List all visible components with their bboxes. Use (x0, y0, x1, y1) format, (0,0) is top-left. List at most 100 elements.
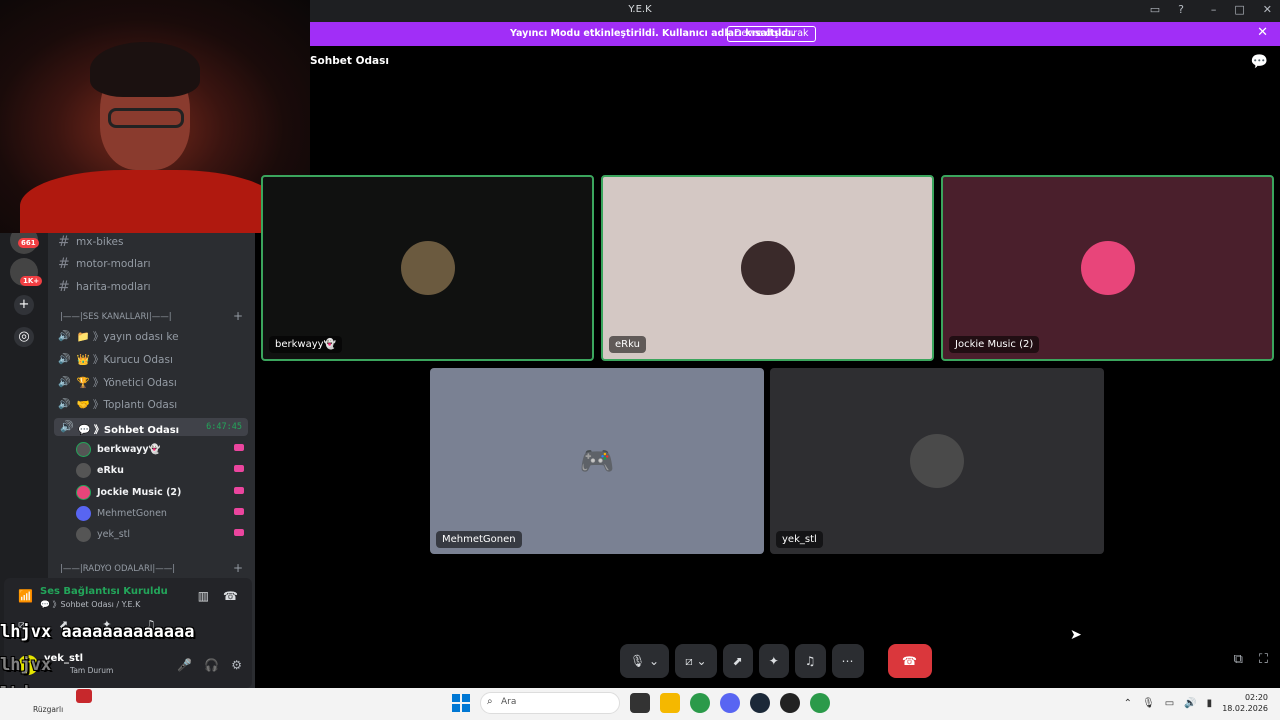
add-channel-icon[interactable]: + (233, 561, 243, 575)
headphones-icon[interactable]: 🎧 (204, 658, 219, 672)
task-view-icon[interactable] (630, 693, 650, 713)
inbox-icon[interactable]: ▭ (1150, 3, 1160, 16)
channel-title: Sohbet Odası (310, 55, 389, 67)
more-button[interactable]: ⋯ (831, 644, 864, 678)
maximize-icon[interactable]: □ (1234, 3, 1244, 16)
channel-item[interactable]: # motor-modları (58, 254, 151, 274)
participant-name: Jockie Music (2) (949, 336, 1040, 353)
voice-member[interactable]: berkwayy👻 (76, 440, 246, 458)
active-voice-channel[interactable]: 🔊 💬 》Sohbet Odası 6:47:45 (54, 418, 248, 436)
hang-up-icon: ☎ (902, 654, 917, 668)
noise-suppression-icon[interactable]: ▥ (198, 589, 209, 603)
voice-member[interactable]: eRku (76, 461, 246, 479)
avatar (740, 241, 795, 295)
minimize-icon[interactable]: – (1211, 3, 1217, 16)
participant-name: berkwayy👻 (269, 336, 342, 353)
microphone-icon: 🎙 ⌄ (630, 654, 660, 668)
chevron-up-icon[interactable]: ⌃ (1124, 698, 1132, 709)
avatar (1080, 241, 1135, 295)
camera-button[interactable]: ⧄ ⌄ (675, 644, 717, 678)
voice-status[interactable]: Ses Bağlantısı Kuruldu (40, 586, 168, 597)
avatar (76, 526, 91, 542)
live-icon (234, 465, 244, 472)
live-icon (234, 487, 244, 494)
voice-member[interactable]: MehmetGonen (76, 504, 246, 522)
participant-name: yek_stl (776, 531, 823, 548)
participant-tile[interactable]: Jockie Music (2) (941, 175, 1274, 361)
radio-category[interactable]: |——|RADYO ODALARI|——| (60, 564, 175, 574)
voice-category[interactable]: |——|SES KANALLARI|——| (60, 312, 172, 322)
clock[interactable]: 02:20 18.02.2026 (1222, 692, 1268, 714)
overlay-text: lhjvx (0, 655, 52, 675)
avatar (910, 434, 964, 488)
voice-channel[interactable]: 🔊 📁 》yayın odası ke (58, 326, 179, 346)
discord-icon[interactable] (720, 693, 740, 713)
hash-icon: # (58, 234, 70, 250)
screen-share-button[interactable]: ⬈ (722, 644, 753, 678)
fullscreen-icon[interactable]: ⛶ (1259, 652, 1268, 667)
add-channel-icon[interactable]: + (233, 309, 243, 323)
microphone-icon[interactable]: 🎙 (1142, 698, 1155, 709)
weather-label[interactable]: Rüzgarlı (33, 705, 63, 714)
speaker-icon: 🔊 (58, 398, 71, 410)
help-icon[interactable]: ? (1178, 3, 1184, 16)
weather-icon[interactable] (76, 689, 92, 703)
activities-button[interactable]: ✦ (758, 644, 789, 678)
start-button[interactable] (452, 694, 470, 712)
settings-icon[interactable]: ⚙ (231, 658, 242, 672)
steam-icon[interactable] (750, 693, 770, 713)
disconnect-icon[interactable]: ☎ (223, 589, 238, 603)
chrome-icon[interactable] (810, 693, 830, 713)
screen-share-icon: ⬈ (732, 654, 743, 668)
app-icon[interactable] (780, 693, 800, 713)
participant-tile[interactable]: berkwayy👻 (261, 175, 594, 361)
participant-tile[interactable]: 🎮 MehmetGonen (430, 368, 764, 554)
live-icon (234, 529, 244, 536)
pop-out-icon[interactable]: ⧉ (1234, 652, 1243, 667)
channel-item[interactable]: # harita-modları (58, 277, 151, 297)
avatar (76, 505, 91, 521)
avatar (400, 241, 455, 295)
speaker-icon: 🔊 (60, 420, 74, 433)
network-icon[interactable]: ▭ (1165, 698, 1174, 709)
live-icon (234, 444, 244, 451)
voice-channel[interactable]: 🔊 🏆 》Yönetici Odası (58, 372, 177, 392)
activity-icon: ✦ (768, 654, 779, 668)
discover-icon[interactable]: ◎ (14, 327, 34, 347)
search-icon: ⌕ (487, 696, 493, 707)
disable-streamer-mode-button[interactable]: Devre dışı bırak (727, 26, 816, 42)
mouse-cursor-icon: ➤ (1070, 627, 1082, 643)
chat-icon[interactable]: 💬 (1251, 54, 1268, 70)
participant-tile[interactable]: eRku (601, 175, 934, 361)
end-call-button[interactable]: ☎ (887, 644, 932, 678)
signal-icon[interactable]: 📶 (18, 589, 33, 603)
participant-tile[interactable]: yek_stl (770, 368, 1104, 554)
battery-icon[interactable]: ▮ (1207, 698, 1213, 709)
microphone-button[interactable]: 🎙 ⌄ (620, 644, 670, 678)
speaker-icon: 🔊 (58, 330, 71, 342)
voice-channel[interactable]: 🔊 🤝 》Toplantı Odası (58, 394, 177, 414)
voice-member[interactable]: yek_stl (76, 525, 246, 543)
close-icon[interactable]: ✕ (1263, 3, 1272, 16)
voice-channel[interactable]: 🔊 👑 》Kurucu Odası (58, 349, 173, 369)
microphone-icon[interactable]: 🎤 (177, 658, 192, 672)
call-controls: 🎙 ⌄ ⧄ ⌄ ⬈ ✦ ♫ ⋯ ☎ (620, 644, 932, 678)
channel-item[interactable]: # mx-bikes (58, 232, 123, 252)
avatar (76, 484, 91, 500)
voice-member[interactable]: Jockie Music (2) (76, 483, 246, 501)
chrome-icon[interactable] (690, 693, 710, 713)
taskbar-search[interactable]: ⌕ Ara (480, 692, 620, 714)
speaker-icon: 🔊 (58, 353, 71, 365)
soundboard-icon: ♫ (804, 654, 816, 668)
add-server-icon[interactable]: + (14, 295, 34, 315)
soundboard-button[interactable]: ♫ (794, 644, 826, 678)
file-explorer-icon[interactable] (660, 693, 680, 713)
hash-icon: # (58, 256, 70, 272)
hash-icon: # (58, 279, 70, 295)
mention-badge: 1K+ (20, 276, 43, 286)
app-root: Y.E.K ▭ ? – □ ✕ Yayıncı Modu etkinleştir… (0, 0, 1280, 720)
participant-name: MehmetGonen (436, 531, 522, 548)
volume-icon[interactable]: 🔊 (1184, 698, 1196, 709)
close-banner-icon[interactable]: ✕ (1257, 25, 1268, 40)
user-status: Tam Durum (70, 666, 114, 675)
